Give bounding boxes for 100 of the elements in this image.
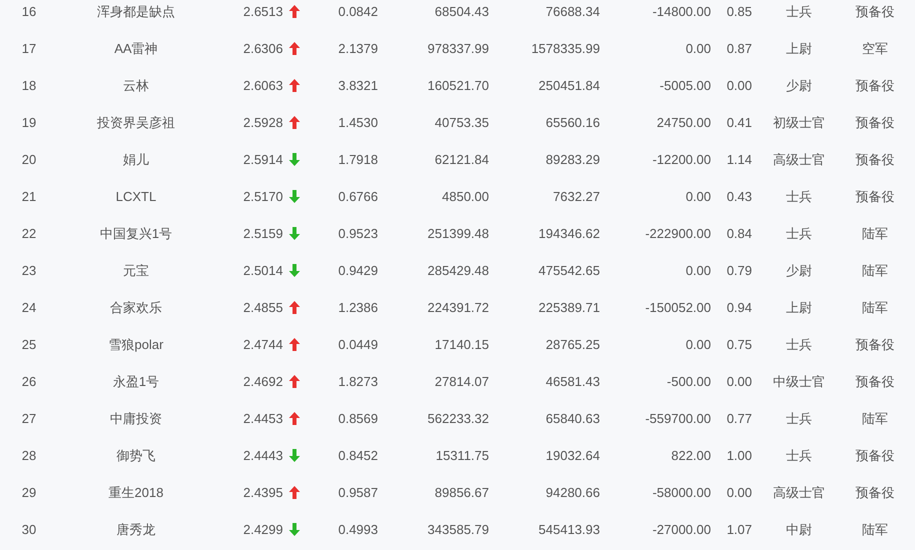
table-cell-text: 1.2386 (337, 300, 378, 315)
table-cell-text: -500.00 (666, 374, 711, 389)
name-cell-text: LCXTL (114, 189, 158, 204)
rank-title-cell-text: 中级士官 (772, 372, 826, 390)
score-cell-text: 2.6306 (242, 41, 283, 56)
rank-title-cell-text: 少尉 (785, 262, 813, 280)
name-cell-text: 永盈1号 (112, 372, 160, 390)
table-cell-text: 3.8321 (337, 78, 378, 93)
rank-title-cell-text: 高级士官 (772, 150, 826, 168)
table-cell-text: 0.75 (726, 337, 752, 352)
name-cell-text: AA雷神 (113, 40, 159, 58)
table-cell-text: -14800.00 (651, 4, 711, 19)
table-cell-text: 17140.15 (434, 337, 489, 352)
table-cell-text: 0.00 (684, 263, 711, 278)
rank-cell-text: 21 (20, 189, 38, 204)
table-cell-text: 陆军 (861, 224, 889, 242)
table-cell-text: 0.0842 (337, 4, 378, 19)
name-cell-text: 唐秀龙 (116, 520, 156, 538)
table-cell-text: 46581.43 (544, 374, 600, 389)
table-cell-text: 194346.62 (538, 226, 600, 241)
table-cell-text: 陆军 (861, 520, 889, 538)
rank-title-cell-text: 士兵 (785, 410, 813, 428)
rank-title-cell-text: 上尉 (785, 298, 813, 316)
table-cell-text: 预备役 (854, 2, 896, 20)
rank-title-cell-text: 士兵 (785, 224, 813, 242)
table-cell-text: -12200.00 (651, 152, 711, 167)
rank-title-cell-text: 中尉 (785, 520, 813, 538)
table-cell-text: -559700.00 (644, 411, 711, 426)
table-cell-text: 0.4993 (337, 522, 378, 537)
name-cell-text: 雪狼polar (108, 336, 164, 354)
table-cell-text: 预备役 (854, 336, 896, 354)
table-cell-text: 65840.63 (544, 411, 600, 426)
rank-title-cell-text: 初级士官 (772, 114, 826, 132)
rank-cell-text: 19 (20, 115, 38, 130)
table-cell-text: -222900.00 (644, 226, 711, 241)
table-cell-text: 65560.16 (544, 115, 600, 130)
table-cell-text: -58000.00 (651, 485, 711, 500)
score-cell-text: 2.5928 (242, 115, 283, 130)
name-cell-text: 娟儿 (122, 150, 150, 168)
table-cell-text: 1.00 (726, 448, 752, 463)
table-cell-text: 陆军 (861, 262, 889, 280)
name-cell-text: 中庸投资 (109, 410, 163, 428)
name-cell-text: 云林 (122, 76, 150, 94)
name-cell-text: 浑身都是缺点 (96, 2, 176, 20)
rank-cell-text: 17 (20, 41, 38, 56)
rank-title-cell-text: 少尉 (785, 76, 813, 94)
table-cell-text: 251399.48 (426, 226, 489, 241)
table-cell-text: 250451.84 (538, 78, 600, 93)
table-cell-text: 0.00 (684, 337, 711, 352)
table-cell-text: 19032.64 (544, 448, 600, 463)
table-cell-text: 0.00 (684, 41, 711, 56)
rank-cell-text: 16 (20, 4, 38, 19)
score-cell-text: 2.4453 (242, 411, 283, 426)
table-cell-text: 15311.75 (434, 448, 489, 463)
rank-cell-text: 23 (20, 263, 38, 278)
name-cell-text: 重生2018 (108, 484, 164, 502)
table-cell-text: 预备役 (854, 484, 896, 502)
table-cell-text: 224391.72 (426, 300, 489, 315)
table-cell-text: 0.9587 (337, 485, 378, 500)
rank-title-cell-text: 士兵 (785, 188, 813, 206)
table-cell-text: 0.6766 (337, 189, 378, 204)
table-cell-text: 562233.32 (426, 411, 489, 426)
table-cell-text: 0.43 (726, 189, 752, 204)
score-cell-text: 2.5914 (242, 152, 283, 167)
table-cell-text: 0.0449 (337, 337, 378, 352)
table-cell-text: 40753.35 (434, 115, 489, 130)
score-cell-text: 2.5014 (242, 263, 283, 278)
table-cell-text: 89283.29 (544, 152, 600, 167)
table-cell-text: -27000.00 (651, 522, 711, 537)
rank-cell-text: 30 (20, 522, 38, 537)
table-cell-text: 空军 (861, 40, 889, 58)
table-cell-text: 89856.67 (434, 485, 489, 500)
rank-cell-text: 18 (20, 78, 38, 93)
table-cell-text: 1.4530 (337, 115, 378, 130)
table-cell-text: 62121.84 (434, 152, 489, 167)
name-cell-text: 中国复兴1号 (98, 224, 174, 242)
score-cell-text: 2.5170 (242, 189, 283, 204)
table-cell-text: 0.00 (684, 189, 711, 204)
table-cell-text: 0.9523 (337, 226, 378, 241)
table-cell-text: 0.41 (726, 115, 752, 130)
name-cell-text: 御势飞 (116, 446, 156, 464)
name-cell-text: 合家欢乐 (109, 298, 163, 316)
score-cell-text: 2.4299 (242, 522, 283, 537)
name-cell-text: 元宝 (122, 262, 150, 280)
rank-cell-text: 28 (20, 448, 38, 463)
rank-cell-text: 26 (20, 374, 38, 389)
table-cell-text: 68504.43 (434, 4, 489, 19)
table-cell-text: 陆军 (861, 298, 889, 316)
table-cell-text: 1.07 (726, 522, 752, 537)
table-cell-text: 0.84 (726, 226, 752, 241)
table-cell-text: 0.77 (726, 411, 752, 426)
score-cell-text: 2.4692 (242, 374, 283, 389)
table-cell-text: 76688.34 (544, 4, 600, 19)
table-cell-text: 1.8273 (337, 374, 378, 389)
rank-title-cell-text: 士兵 (785, 336, 813, 354)
rank-title-cell-text: 士兵 (785, 2, 813, 20)
score-cell-text: 2.4855 (242, 300, 283, 315)
score-cell-text: 2.4744 (242, 337, 283, 352)
table-cell-text: 822.00 (670, 448, 711, 463)
table-cell-text: 预备役 (854, 76, 896, 94)
